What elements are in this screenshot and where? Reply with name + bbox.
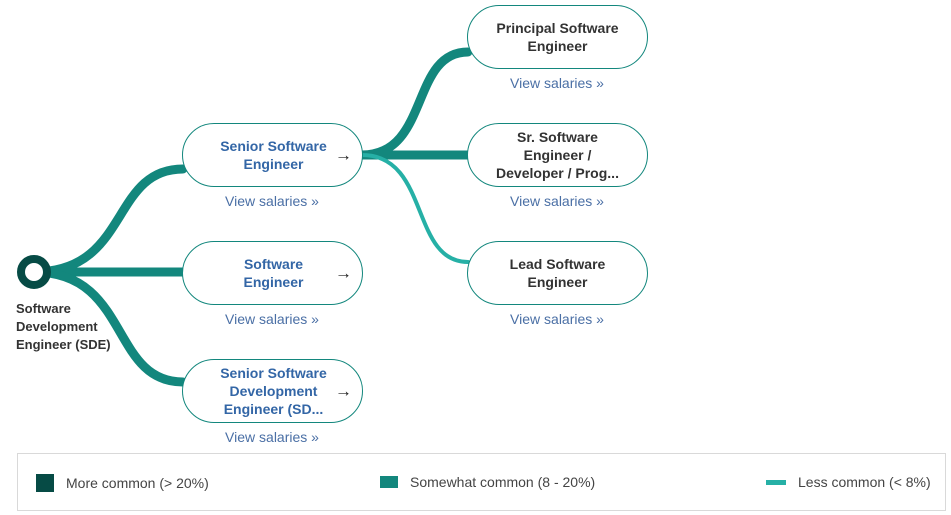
legend-swatch-less-common bbox=[766, 479, 786, 485]
node-senior-software-engineer[interactable]: Senior Software Engineer → bbox=[182, 123, 363, 187]
arrow-right-icon: → bbox=[335, 381, 352, 401]
node-sr-software-engineer-developer[interactable]: Sr. Software Engineer / Developer / Prog… bbox=[467, 123, 648, 187]
node-title: Principal Software Engineer bbox=[496, 20, 619, 54]
path-sde-to-senior-software-engineer bbox=[29, 164, 188, 277]
path-senior-to-lead bbox=[360, 153, 470, 264]
legend-label: Less common (< 8%) bbox=[798, 474, 931, 490]
legend-item-less-common: Less common (< 8%) bbox=[766, 474, 931, 490]
node-senior-software-development-engineer[interactable]: Senior Software Development Engineer (SD… bbox=[182, 359, 363, 423]
view-salaries-link[interactable]: View salaries » bbox=[467, 311, 647, 327]
path-senior-to-principal bbox=[357, 47, 473, 160]
node-principal-software-engineer[interactable]: Principal Software Engineer bbox=[467, 5, 648, 69]
view-salaries-link[interactable]: View salaries » bbox=[182, 429, 362, 445]
view-salaries-link[interactable]: View salaries » bbox=[467, 75, 647, 91]
legend-item-somewhat-common: Somewhat common (8 - 20%) bbox=[380, 474, 595, 490]
legend-label: More common (> 20%) bbox=[66, 475, 209, 491]
node-title: Lead Software Engineer bbox=[509, 256, 606, 290]
legend-item-more-common: More common (> 20%) bbox=[36, 474, 209, 492]
origin-marker bbox=[17, 255, 51, 289]
node-lead-software-engineer[interactable]: Lead Software Engineer bbox=[467, 241, 648, 305]
legend-swatch-somewhat-common bbox=[380, 476, 398, 488]
arrow-right-icon: → bbox=[335, 263, 352, 283]
origin-label: Software Development Engineer (SDE) bbox=[16, 301, 111, 352]
node-title: Sr. Software Engineer / Developer / Prog… bbox=[496, 129, 619, 181]
view-salaries-link[interactable]: View salaries » bbox=[467, 193, 647, 209]
legend-swatch-more-common bbox=[36, 474, 54, 492]
view-salaries-link[interactable]: View salaries » bbox=[182, 193, 362, 209]
legend-label: Somewhat common (8 - 20%) bbox=[410, 474, 596, 490]
node-software-engineer[interactable]: Software Engineer → bbox=[182, 241, 363, 305]
arrow-right-icon: → bbox=[335, 145, 352, 165]
view-salaries-link[interactable]: View salaries » bbox=[182, 311, 362, 327]
legend: More common (> 20%) Somewhat common (8 -… bbox=[17, 453, 946, 511]
